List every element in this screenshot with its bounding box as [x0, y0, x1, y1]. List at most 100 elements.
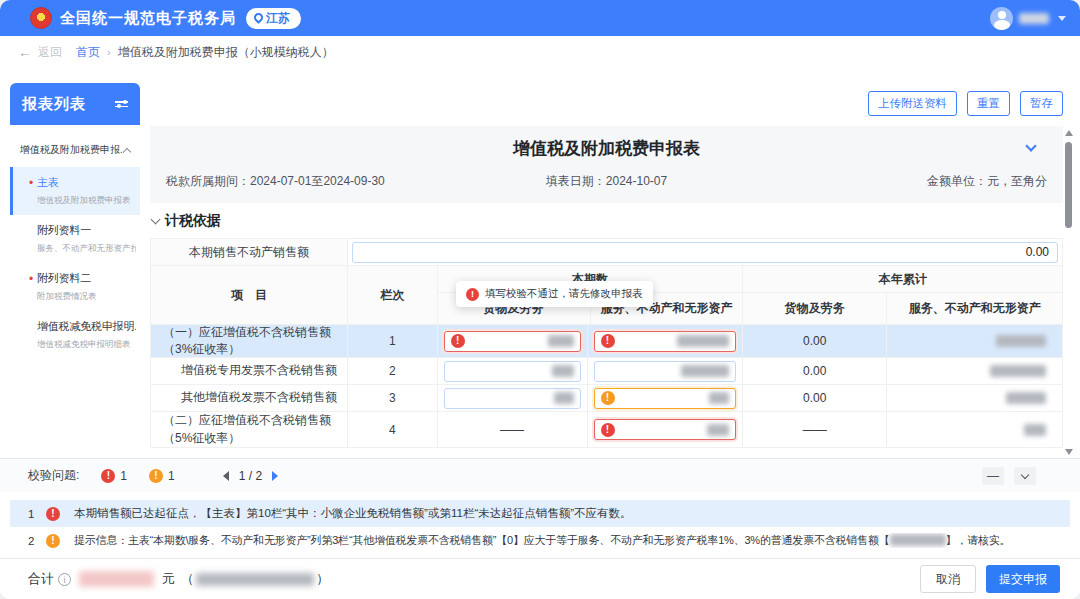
sidebar-item-sub: 附加税费情况表	[37, 291, 136, 303]
sidebar-item-label: 附列资料一	[37, 223, 136, 238]
input-r2-current-services[interactable]	[594, 361, 737, 382]
row-ytd-goods: 0.00	[743, 385, 887, 411]
main-content: 上传附送资料 重置 暂存 增值税及附加税费申报表 税款所属期间：2024-07-…	[150, 83, 1063, 448]
redacted-value	[890, 534, 946, 546]
breadcrumb: ← 返回 首页 › 增值税及附加税费申报（小规模纳税人）	[0, 36, 1080, 68]
sidebar-item-appendix-1[interactable]: 附列资料一 服务、不动产和无形资产扣..	[10, 215, 140, 263]
section-chevron-icon	[151, 215, 161, 225]
row-ytd-goods: 0.00	[743, 358, 887, 384]
submit-button[interactable]: 提交申报	[986, 565, 1060, 593]
collapse-chevron-icon[interactable]	[123, 147, 131, 155]
form-title: 增值税及附加税费申报表	[166, 137, 1047, 160]
collapse-panel-button[interactable]	[1014, 467, 1036, 485]
redacted-value	[990, 365, 1046, 377]
error-icon: !	[46, 507, 60, 521]
save-draft-button[interactable]: 暂存	[1020, 91, 1063, 116]
required-dot: •	[29, 272, 33, 286]
app-window: 全国统一规范电子税务局 江苏 ← 返回 首页 › 增值税及附加税费申报（小规模纳…	[0, 0, 1080, 599]
page-indicator: 1 / 2	[239, 469, 262, 483]
filter-icon[interactable]	[115, 101, 128, 107]
top-bar: 全国统一规范电子税务局 江苏	[0, 0, 1080, 36]
row-ytd-goods: 0.00	[743, 325, 887, 357]
user-menu-chevron-icon[interactable]	[1058, 16, 1066, 21]
validation-issue-1[interactable]: 1 ! 本期销售额已达起征点，【主表】第10栏“其中：小微企业免税销售额”或第1…	[10, 500, 1070, 527]
input-r2-current-goods[interactable]	[444, 361, 581, 382]
warning-icon: !	[601, 391, 615, 405]
sidebar-item-sub: 服务、不动产和无形资产扣..	[37, 243, 136, 255]
amount-unit: 金额单位：元，至角分	[753, 173, 1047, 190]
region-badge[interactable]: 江苏	[246, 8, 301, 29]
total-in-words-redacted	[196, 573, 314, 586]
row-dash: ——	[743, 412, 887, 447]
error-icon: !	[466, 288, 479, 301]
sidebar-item-main-form[interactable]: • 主表 增值税及附加税费申报表	[10, 167, 140, 215]
table-row-3: 其他增值税发票不含税销售额 3 ! 0.00	[151, 385, 1062, 412]
validation-title: 校验问题:	[28, 467, 79, 484]
input-r1-current-goods[interactable]: !	[444, 331, 581, 352]
col-group-ytd: 本年累计 货物及劳务 服务、不动产和无形资产	[743, 266, 1062, 324]
fill-date: 填表日期：2024-10-07	[460, 173, 754, 190]
input-r1-current-services[interactable]: !	[594, 331, 737, 352]
validation-panel: 校验问题: !1 !1 1 / 2 — 1 ! 本期销售额已达起征点，【主表】第…	[0, 458, 1080, 554]
minimize-panel-button[interactable]: —	[982, 467, 1004, 485]
upload-attachment-button[interactable]: 上传附送资料	[868, 91, 957, 116]
required-dot: •	[29, 176, 33, 190]
section-title-label: 计税依据	[165, 212, 221, 230]
input-r4-current-services[interactable]: !	[594, 419, 737, 440]
table-row-4: （二）应征增值税不含税销售额（5%征收率） 4 —— ! ——	[151, 412, 1062, 448]
total-label: 合计	[28, 570, 54, 588]
scroll-thumb[interactable]	[1065, 142, 1072, 228]
row-item-label: （一）应征增值税不含税销售额（3%征收率）	[151, 325, 348, 357]
validation-header: 校验问题: !1 !1 1 / 2 —	[0, 459, 1080, 492]
error-count-icon: !	[101, 469, 115, 483]
sidebar-item-appendix-2[interactable]: • 附列资料二 附加税费情况表	[10, 263, 140, 311]
sidebar-item-tax-reduction[interactable]: 增值税减免税申报明... 增值税减免税申报明细表	[10, 311, 140, 359]
row-no: 3	[348, 385, 438, 411]
scroll-up-arrow[interactable]	[1065, 130, 1073, 136]
breadcrumb-current: 增值税及附加税费申报（小规模纳税人）	[118, 44, 334, 61]
cancel-button[interactable]: 取消	[920, 565, 976, 593]
breadcrumb-home[interactable]: 首页	[76, 44, 100, 61]
redacted-value	[996, 335, 1046, 347]
form-header: 增值税及附加税费申报表 税款所属期间：2024-07-01至2024-09-30…	[150, 126, 1063, 203]
row-no: 2	[348, 358, 438, 384]
location-pin-icon	[252, 11, 265, 24]
col-header-goods-ytd: 货物及劳务	[743, 293, 887, 324]
info-icon[interactable]: i	[58, 573, 71, 586]
tax-table: 本期销售不动产销售额 0.00 项 目 栏次 本期数 货物及劳务 服务、不动产和…	[150, 238, 1063, 448]
user-name-redacted	[1019, 13, 1049, 24]
tax-period: 税款所属期间：2024-07-01至2024-09-30	[166, 173, 460, 190]
report-list-sidebar: 报表列表 增值税及附加税费申报... • 主表 增值税及附加税费申报表 附列资料…	[10, 83, 140, 454]
redacted-value	[1024, 424, 1046, 436]
reset-button[interactable]: 重置	[967, 91, 1010, 116]
back-button[interactable]: 返回	[38, 44, 62, 61]
validation-issue-2[interactable]: 2 ! 提示信息：主表“本期数\服务、不动产和无形资产”列第3栏“其他增值税发票…	[10, 527, 1070, 554]
user-avatar[interactable]	[990, 7, 1013, 30]
input-r3-current-services[interactable]: !	[594, 388, 737, 409]
sidebar-item-label: 增值税减免税申报明...	[37, 319, 136, 334]
sidebar-item-sub: 增值税及附加税费申报表	[37, 195, 136, 207]
sidebar-group[interactable]: 增值税及附加税费申报...	[10, 125, 140, 167]
table-row-1: （一）应征增值税不含税销售额（3%征收率） 1 ! ! 0.00	[151, 325, 1062, 358]
presale-input[interactable]: 0.00	[352, 242, 1058, 263]
redacted-value	[1006, 392, 1046, 404]
vertical-scrollbar[interactable]	[1064, 130, 1074, 455]
section-tax-basis[interactable]: 计税依据	[152, 212, 1063, 230]
prev-page-arrow[interactable]	[223, 471, 229, 481]
back-arrow-icon[interactable]: ←	[18, 44, 32, 60]
col-header-services-ytd: 服务、不动产和无形资产	[887, 293, 1062, 324]
issue-number: 1	[28, 508, 46, 520]
issue-text: 提示信息：主表“本期数\服务、不动产和无形资产”列第3栏“其他增值税发票不含税销…	[74, 534, 890, 546]
sidebar-title: 报表列表	[22, 95, 86, 114]
footer-bar: 合计 i 元 （ ） 取消 提交申报	[0, 558, 1080, 599]
scroll-down-arrow[interactable]	[1065, 449, 1073, 455]
input-r3-current-goods[interactable]	[444, 388, 581, 409]
error-icon: !	[601, 423, 615, 437]
row-item-label: 增值税专用发票不含税销售额	[151, 358, 348, 384]
sidebar-header: 报表列表	[10, 83, 140, 125]
row-item-label: （二）应征增值税不含税销售额（5%征收率）	[151, 412, 348, 447]
row-dash: ——	[438, 412, 588, 447]
region-label: 江苏	[266, 10, 290, 27]
col-header-no: 栏次	[348, 266, 438, 324]
next-page-arrow[interactable]	[272, 471, 278, 481]
